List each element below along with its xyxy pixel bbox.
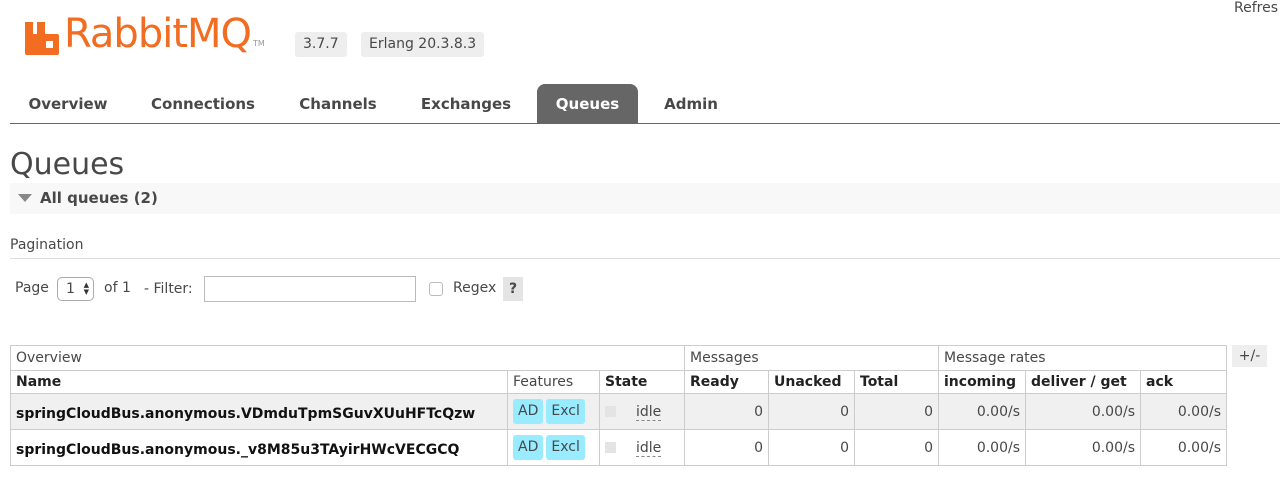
state-text: idle bbox=[636, 439, 662, 457]
rabbitmq-logo[interactable]: RabbitMQ TM bbox=[24, 10, 265, 56]
regex-label: Regex bbox=[453, 280, 497, 296]
features-cell: AD Excl bbox=[507, 393, 600, 430]
pagination-heading: Pagination bbox=[10, 237, 84, 253]
page-select-value: 1 bbox=[66, 281, 75, 297]
column-header-incoming[interactable]: incoming bbox=[938, 370, 1026, 394]
page-label: Page bbox=[15, 280, 49, 296]
group-header-messages: Messages bbox=[684, 345, 939, 371]
filter-label: - Filter: bbox=[144, 281, 193, 297]
column-header-name[interactable]: Name bbox=[10, 370, 508, 394]
tab-connections[interactable]: Connections bbox=[138, 84, 268, 123]
ready-count: 0 bbox=[684, 393, 769, 430]
erlang-version-badge: Erlang 20.3.8.3 bbox=[361, 32, 485, 57]
column-header-features: Features bbox=[507, 370, 600, 394]
page-select[interactable]: 1 ▲ ▼ bbox=[57, 277, 94, 301]
ack-rate: 0.00/s bbox=[1140, 429, 1227, 466]
up-down-arrows-icon: ▲ ▼ bbox=[83, 281, 89, 296]
column-header-ack[interactable]: ack bbox=[1140, 370, 1227, 394]
group-header-overview: Overview bbox=[10, 345, 685, 371]
state-indicator-icon bbox=[605, 441, 616, 453]
column-header-deliver-get[interactable]: deliver / get bbox=[1025, 370, 1141, 394]
page-title: Queues bbox=[10, 147, 125, 182]
group-header-message-rates: Message rates bbox=[938, 345, 1227, 371]
filter-input[interactable] bbox=[204, 276, 416, 302]
tab-queues[interactable]: Queues bbox=[537, 84, 638, 123]
ready-count: 0 bbox=[684, 429, 769, 466]
incoming-rate: 0.00/s bbox=[938, 429, 1026, 466]
features-cell: AD Excl bbox=[507, 429, 600, 466]
all-queues-section-header[interactable]: All queues (2) bbox=[10, 183, 1280, 214]
queue-name-link[interactable]: springCloudBus.anonymous._v8M85u3TAyirHW… bbox=[10, 429, 508, 466]
regex-checkbox[interactable] bbox=[429, 282, 443, 296]
feature-tag-exclusive: Excl bbox=[546, 399, 585, 424]
table-row: springCloudBus.anonymous.VDmduTpmSGuvXUu… bbox=[10, 393, 1227, 430]
table-row: springCloudBus.anonymous._v8M85u3TAyirHW… bbox=[10, 429, 1227, 466]
logo-text: RabbitMQ bbox=[64, 11, 252, 57]
total-count: 0 bbox=[854, 393, 939, 430]
tab-admin[interactable]: Admin bbox=[652, 84, 730, 123]
triangle-down-icon[interactable] bbox=[18, 194, 32, 202]
divider bbox=[10, 258, 1280, 259]
version-badge: 3.7.7 bbox=[295, 32, 347, 57]
column-header-unacked[interactable]: Unacked bbox=[768, 370, 855, 394]
rabbit-logo-icon bbox=[24, 20, 60, 56]
queue-name-link[interactable]: springCloudBus.anonymous.VDmduTpmSGuvXUu… bbox=[10, 393, 508, 430]
total-count: 0 bbox=[854, 429, 939, 466]
ack-rate: 0.00/s bbox=[1140, 393, 1227, 430]
page-count-label: of 1 bbox=[104, 280, 131, 296]
column-header-state[interactable]: State bbox=[599, 370, 685, 394]
refresh-control[interactable]: Refres bbox=[1234, 0, 1278, 16]
incoming-rate: 0.00/s bbox=[938, 393, 1026, 430]
state-indicator-icon bbox=[605, 405, 616, 417]
state-cell: idle bbox=[599, 393, 685, 430]
header: RabbitMQ TM 3.7.7 Erlang 20.3.8.3 Refres bbox=[0, 0, 1280, 80]
logo-trademark: TM bbox=[253, 39, 265, 48]
deliver-get-rate: 0.00/s bbox=[1025, 393, 1141, 430]
feature-tag-exclusive: Excl bbox=[546, 435, 585, 460]
column-header-ready[interactable]: Ready bbox=[684, 370, 769, 394]
unacked-count: 0 bbox=[768, 429, 855, 466]
column-header-total[interactable]: Total bbox=[854, 370, 939, 394]
regex-help-button[interactable]: ? bbox=[503, 277, 523, 301]
queues-table: Overview Messages Message rates Name Fea… bbox=[10, 345, 1227, 466]
feature-tag-auto-delete: AD bbox=[513, 435, 544, 460]
pagination-controls: Page 1 ▲ ▼ of 1 - Filter: Regex ? bbox=[15, 276, 615, 302]
columns-toggle-button[interactable]: +/- bbox=[1232, 345, 1267, 367]
tab-channels[interactable]: Channels bbox=[282, 84, 394, 123]
feature-tag-auto-delete: AD bbox=[513, 399, 544, 424]
state-text: idle bbox=[636, 403, 662, 421]
tab-overview[interactable]: Overview bbox=[10, 84, 126, 123]
tab-exchanges[interactable]: Exchanges bbox=[408, 84, 524, 123]
state-cell: idle bbox=[599, 429, 685, 466]
main-nav-tabs: Overview Connections Channels Exchanges … bbox=[10, 84, 1280, 124]
deliver-get-rate: 0.00/s bbox=[1025, 429, 1141, 466]
unacked-count: 0 bbox=[768, 393, 855, 430]
section-label: All queues (2) bbox=[40, 189, 158, 207]
